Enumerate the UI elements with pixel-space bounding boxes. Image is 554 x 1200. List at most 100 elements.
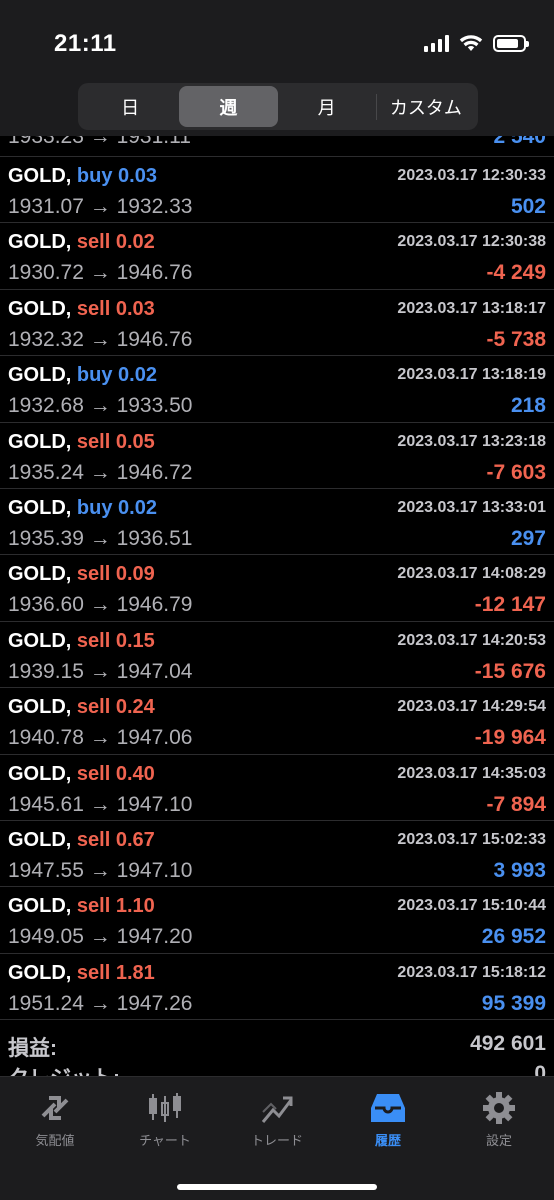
trade-profit: 95 399 <box>481 991 546 1015</box>
trade-time: 2023.03.17 12:30:33 <box>397 167 546 184</box>
tab-settings[interactable]: 設定 <box>444 1089 554 1149</box>
cellular-signal-icon <box>424 34 449 52</box>
trade-time: 2023.03.17 14:29:54 <box>397 698 546 716</box>
trade-row[interactable]: GOLD, buy 0.02 2023.03.17 13:18:19 1932.68… <box>0 356 554 423</box>
trade-history-list[interactable]: 1933.23 → 1931.11 2 540 GOLD, buy 0.03 20… <box>0 136 554 1076</box>
trade-profit: -7 894 <box>486 792 546 816</box>
battery-icon <box>493 34 529 52</box>
trade-row[interactable]: GOLD, sell 0.02 2023.03.17 12:30:38 1930.7… <box>0 223 554 290</box>
tab-label: トレード <box>250 1133 303 1148</box>
trade-time: 2023.03.17 15:18:12 <box>397 963 546 981</box>
symbol-name: GOLD, <box>8 297 72 320</box>
trade-profit: -12 147 <box>474 593 546 617</box>
quotes-icon <box>36 1089 74 1126</box>
status-time: 21:11 <box>54 30 117 57</box>
segment-week[interactable]: 週 <box>179 86 278 127</box>
trade-row[interactable]: GOLD, buy 0.02 2023.03.17 13:33:01 1935.39… <box>0 489 554 556</box>
trade-symbol: GOLD, sell 0.03 <box>8 298 155 321</box>
trade-row[interactable]: GOLD, sell 0.05 2023.03.17 13:23:18 1935.2… <box>0 423 554 489</box>
summary-block: 損益: 492 601 クレジット: 0 <box>0 1020 554 1076</box>
segment-month[interactable]: 月 <box>278 86 376 127</box>
trade-symbol: GOLD, sell 0.09 <box>8 563 155 586</box>
trade-price: 1947.55 → 1947.10 <box>8 858 193 882</box>
trade-time: 2023.03.17 14:35:03 <box>397 764 546 782</box>
trade-price: 1951.24 → 1947.26 <box>8 991 193 1015</box>
trade-row[interactable]: GOLD, sell 1.10 2023.03.17 15:10:44 1949.0… <box>0 887 554 954</box>
trade-row[interactable]: GOLD, sell 1.81 2023.03.17 15:18:12 1951.2… <box>0 954 554 1021</box>
gear-icon <box>480 1089 518 1126</box>
trade-price: 1945.61 → 1947.10 <box>8 792 193 816</box>
symbol-name: GOLD, <box>8 364 72 387</box>
credit-value: 0 <box>534 1062 546 1076</box>
trade-symbol: GOLD, sell 0.02 <box>8 231 155 254</box>
trade-profit: 2 540 <box>493 136 546 148</box>
trade-side-lot: sell 0.02 <box>76 231 155 254</box>
chart-icon <box>146 1089 184 1126</box>
trade-time: 2023.03.17 14:20:53 <box>397 631 546 649</box>
trade-side-lot: sell 0.67 <box>76 828 155 851</box>
trade-price: 1933.23 → 1931.11 <box>8 136 191 148</box>
tab-chart[interactable]: チャート <box>110 1089 220 1149</box>
trade-profit: -19 964 <box>474 726 546 750</box>
tab-label: チャート <box>139 1133 191 1148</box>
symbol-name: GOLD, <box>8 430 72 453</box>
trade-row[interactable]: GOLD, sell 0.67 2023.03.17 15:02:33 1947.5… <box>0 821 554 888</box>
trade-profit: -7 603 <box>486 460 546 484</box>
trade-row[interactable]: GOLD, sell 0.03 2023.03.17 13:18:17 1932.3… <box>0 290 554 357</box>
tab-label: 履歴 <box>374 1133 401 1148</box>
trade-row[interactable]: GOLD, buy 0.03 2023.03.17 12:30:33 1931.07… <box>0 157 554 224</box>
trade-time: 2023.03.17 13:18:19 <box>397 366 546 384</box>
trade-price: 1932.32 → 1946.76 <box>8 327 193 351</box>
trade-price: 1932.68 → 1933.50 <box>8 394 193 418</box>
bottom-tab-bar: 気配値 チャート トレード 履歴 設定 <box>0 1076 554 1200</box>
trade-price: 1930.72 → 1946.76 <box>8 261 193 285</box>
trade-row[interactable]: GOLD, sell 0.15 2023.03.17 14:20:53 1939.1… <box>0 622 554 689</box>
symbol-name: GOLD, <box>8 828 72 851</box>
trade-price: 1939.15 → 1947.04 <box>8 659 193 683</box>
tab-trade[interactable]: トレード <box>222 1089 332 1149</box>
trade-icon <box>258 1089 296 1126</box>
symbol-name: GOLD, <box>8 961 72 984</box>
trade-row[interactable]: GOLD, sell 0.40 2023.03.17 14:35:03 1945.6… <box>0 755 554 821</box>
symbol-name: GOLD, <box>8 563 72 586</box>
tab-label: 設定 <box>485 1133 512 1148</box>
trade-profit: 3 993 <box>493 858 546 882</box>
trade-symbol: GOLD, buy 0.02 <box>8 497 157 520</box>
trade-price: 1949.05 → 1947.20 <box>8 925 193 949</box>
trade-time: 2023.03.17 13:23:18 <box>397 432 546 450</box>
trade-side-lot: sell 0.15 <box>76 629 155 652</box>
trade-time: 2023.03.17 15:10:44 <box>397 897 546 915</box>
trade-symbol: GOLD, buy 0.02 <box>8 364 157 387</box>
symbol-name: GOLD, <box>8 629 72 652</box>
trade-side-lot: sell 0.24 <box>76 696 155 719</box>
symbol-name: GOLD, <box>8 762 72 785</box>
tab-history[interactable]: 履歴 <box>333 1089 443 1149</box>
trade-side-lot: sell 0.40 <box>76 762 155 785</box>
trade-price: 1931.07 → 1932.33 <box>8 195 193 218</box>
trade-row-partial[interactable]: 1933.23 → 1931.11 2 540 <box>0 136 554 157</box>
trade-time: 2023.03.17 13:33:01 <box>397 498 546 516</box>
trade-side-lot: sell 0.05 <box>76 430 155 453</box>
profit-label: 損益: <box>8 1037 57 1061</box>
trade-time: 2023.03.17 12:30:38 <box>397 233 546 251</box>
status-icons <box>424 34 529 52</box>
trade-price: 1940.78 → 1947.06 <box>8 726 193 750</box>
trade-side-lot: sell 1.10 <box>76 895 155 918</box>
segment-custom[interactable]: カスタム <box>377 86 475 127</box>
profit-value: 492 601 <box>470 1032 546 1056</box>
trade-row[interactable]: GOLD, sell 0.24 2023.03.17 14:29:54 1940.7… <box>0 688 554 755</box>
symbol-name: GOLD, <box>8 165 72 187</box>
trade-price: 1935.39 → 1936.51 <box>8 526 193 550</box>
tab-label: 気配値 <box>35 1133 75 1148</box>
trade-profit: 502 <box>510 195 546 218</box>
credit-label: クレジット: <box>8 1062 120 1076</box>
tab-quotes[interactable]: 気配値 <box>0 1089 110 1149</box>
trade-side-lot: buy 0.02 <box>76 364 157 387</box>
symbol-name: GOLD, <box>8 895 72 918</box>
segment-day[interactable]: 日 <box>81 86 179 127</box>
trade-time: 2023.03.17 14:08:29 <box>397 565 546 583</box>
home-indicator <box>177 1184 377 1190</box>
symbol-name: GOLD, <box>8 496 72 519</box>
trade-time: 2023.03.17 15:02:33 <box>397 830 546 848</box>
trade-row[interactable]: GOLD, sell 0.09 2023.03.17 14:08:29 1936.6… <box>0 555 554 622</box>
